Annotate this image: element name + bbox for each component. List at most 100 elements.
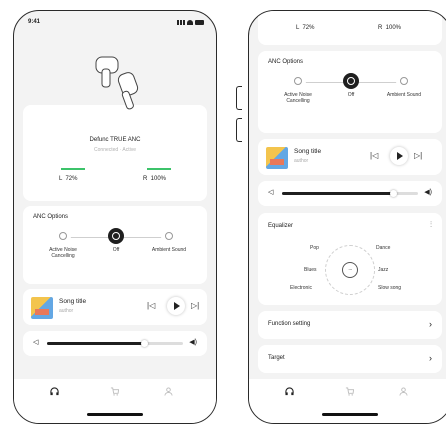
previous-track-icon[interactable]: |◁ <box>370 152 378 160</box>
equalizer-card: Equalizer ⫶ ··· Pop Dance Blues Jazz Ele… <box>258 213 442 305</box>
volume-slider[interactable] <box>282 190 418 197</box>
earbuds-illustration <box>95 56 139 110</box>
status-bar: 9:41 <box>14 11 216 33</box>
anc-option-ambient[interactable]: Ambient Sound <box>378 73 430 98</box>
equalizer-settings-icon[interactable]: ⫶ <box>430 220 432 230</box>
equalizer-center-icon[interactable]: ··· <box>342 262 358 278</box>
eq-preset-pop[interactable]: Pop <box>310 245 319 251</box>
tab-headphones[interactable] <box>285 387 294 398</box>
tab-bar <box>14 379 216 423</box>
volume-card: ◁ ◀) <box>23 331 207 356</box>
battery-icon <box>195 20 204 25</box>
player-card: Song title author |◁ ▷| <box>23 289 207 325</box>
previous-track-icon[interactable]: |◁ <box>147 302 155 310</box>
battery-right: R 100% <box>378 25 402 31</box>
side-button-left-lower <box>236 118 242 142</box>
song-author: author <box>294 158 309 164</box>
player-card: Song title author |◁ ▷| <box>258 139 442 175</box>
anc-option-label: Ambient Sound <box>151 247 187 253</box>
volume-low-icon: ◁ <box>33 339 39 346</box>
cart-icon <box>110 387 120 396</box>
anc-option-noise-cancelling[interactable]: Active Noise Cancelling <box>272 73 324 104</box>
off-icon <box>343 73 359 89</box>
album-cover <box>266 147 288 169</box>
tab-cart[interactable] <box>110 387 120 398</box>
volume-knob[interactable] <box>390 190 398 197</box>
anc-option-ambient[interactable]: Ambient Sound <box>143 228 195 253</box>
eq-preset-dance[interactable]: Dance <box>376 245 390 251</box>
eq-preset-blues[interactable]: Blues <box>304 267 317 273</box>
phone-left: 9:41 Defunc TRUE ANC Connected · Active … <box>13 10 217 424</box>
eq-preset-jazz[interactable]: Jazz <box>378 267 388 273</box>
anc-options-card: ANC Options Active Noise Cancelling Off … <box>258 51 442 133</box>
volume-slider[interactable] <box>47 340 183 347</box>
off-icon <box>108 228 124 244</box>
volume-card: ◁ ◀) <box>258 181 442 206</box>
volume-low-icon: ◁ <box>268 189 274 196</box>
status-time: 9:41 <box>28 19 41 25</box>
tab-profile[interactable] <box>164 387 173 398</box>
ambient-sound-icon <box>396 73 412 89</box>
battery-card: L 72% R 100% <box>258 11 442 45</box>
volume-high-icon: ◀) <box>189 339 197 346</box>
battery-right-bar <box>147 168 171 170</box>
song-title: Song title <box>59 298 87 305</box>
anc-options-row: Active Noise Cancelling Off Ambient Soun… <box>23 228 207 268</box>
anc-option-label: Off <box>347 92 355 98</box>
device-status: Connected · Active <box>94 147 136 153</box>
volume-fill <box>282 192 394 195</box>
battery-right: R 100% <box>143 176 167 182</box>
anc-option-label: Off <box>112 247 120 253</box>
person-icon <box>164 387 173 396</box>
anc-option-label: Active Noise Cancelling <box>284 92 312 104</box>
headphones-icon <box>50 387 59 396</box>
equalizer-title: Equalizer <box>268 223 294 229</box>
eq-preset-electronic[interactable]: Electronic <box>290 285 312 291</box>
anc-option-label: Ambient Sound <box>386 92 422 98</box>
home-indicator <box>322 413 378 416</box>
next-track-icon[interactable]: ▷| <box>414 152 422 160</box>
song-author: author <box>59 308 74 314</box>
ambient-sound-icon <box>161 228 177 244</box>
signal-icon <box>177 20 185 25</box>
anc-option-off[interactable]: Off <box>325 73 377 98</box>
battery-left: L 72% <box>59 176 78 182</box>
album-cover <box>31 297 53 319</box>
target-row[interactable]: Target › <box>258 345 442 373</box>
volume-knob[interactable] <box>141 340 149 347</box>
function-setting-label: Function setting <box>268 321 311 327</box>
headphones-icon <box>285 387 294 396</box>
battery-left-bar <box>61 168 85 170</box>
song-title: Song title <box>294 148 322 155</box>
target-label: Target <box>268 355 285 361</box>
cart-icon <box>345 387 355 396</box>
play-button[interactable] <box>167 297 185 315</box>
play-icon <box>397 152 403 160</box>
anc-options-card: ANC Options Active Noise Cancelling Off … <box>23 206 207 284</box>
volume-fill <box>47 342 145 345</box>
play-icon <box>174 302 180 310</box>
device-card: Defunc TRUE ANC Connected · Active L 72%… <box>23 105 207 201</box>
anc-options-row: Active Noise Cancelling Off Ambient Soun… <box>258 73 442 113</box>
side-button-left-upper <box>236 86 242 110</box>
chevron-right-icon: › <box>429 319 432 329</box>
next-track-icon[interactable]: ▷| <box>191 302 199 310</box>
anc-option-noise-cancelling[interactable]: Active Noise Cancelling <box>37 228 89 259</box>
noise-cancelling-icon <box>290 73 306 89</box>
tab-headphones[interactable] <box>50 387 59 398</box>
chevron-right-icon: › <box>429 353 432 363</box>
volume-high-icon: ◀) <box>424 189 432 196</box>
status-icons <box>177 20 204 25</box>
anc-option-off[interactable]: Off <box>90 228 142 253</box>
eq-preset-slow-song[interactable]: Slow song <box>378 285 401 291</box>
anc-option-label: Active Noise Cancelling <box>49 247 77 259</box>
play-button[interactable] <box>390 147 408 165</box>
function-setting-row[interactable]: Function setting › <box>258 311 442 339</box>
anc-options-title: ANC Options <box>268 59 304 65</box>
tab-cart[interactable] <box>345 387 355 398</box>
home-indicator <box>87 413 143 416</box>
noise-cancelling-icon <box>55 228 71 244</box>
tab-profile[interactable] <box>399 387 408 398</box>
phone-right: L 72% R 100% ANC Options Active Noise Ca… <box>248 10 446 424</box>
tab-bar <box>249 379 446 423</box>
